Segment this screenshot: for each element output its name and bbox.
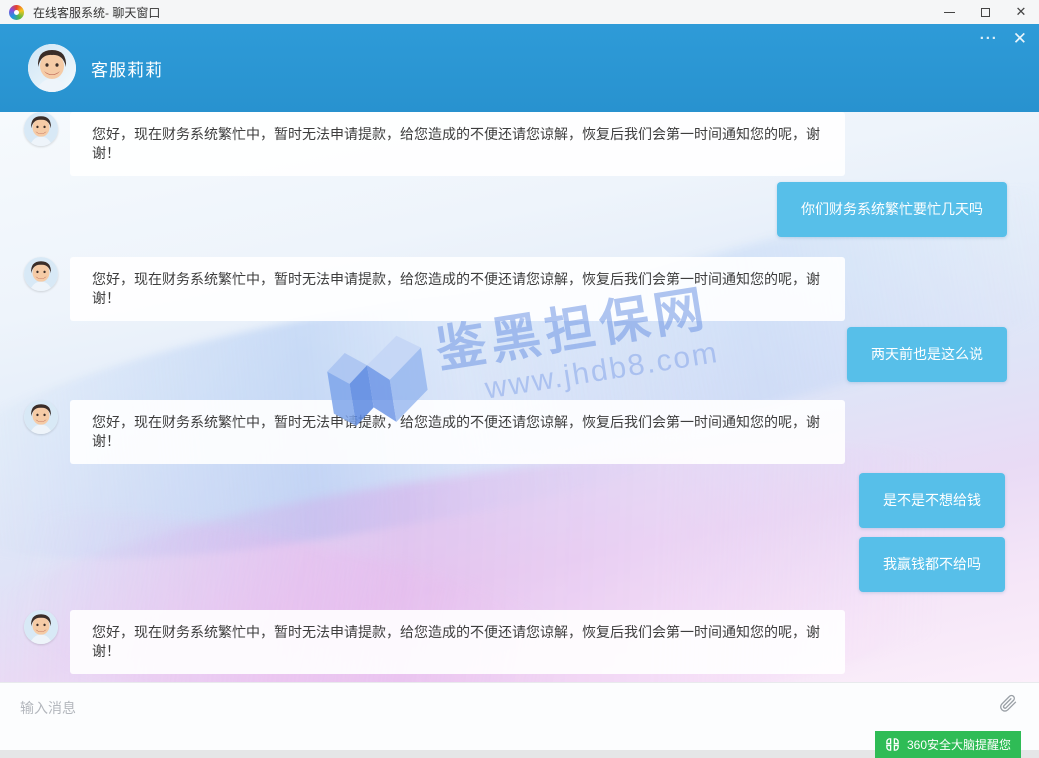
chat-header: 客服莉莉 ··· ✕ bbox=[0, 24, 1039, 112]
minimize-button[interactable] bbox=[931, 0, 967, 24]
user-message-bubble: 两天前也是这么说 bbox=[847, 327, 1007, 382]
user-message-bubble: 我赢钱都不给吗 bbox=[859, 537, 1005, 592]
more-menu-icon[interactable]: ··· bbox=[980, 29, 998, 49]
security-notice-label: 360安全大脑提醒您 bbox=[907, 736, 1011, 753]
chat-close-icon[interactable]: ✕ bbox=[1013, 29, 1027, 49]
message-row: 您好，现在财务系统繁忙中，暂时无法申请提款，给您造成的不便还请您谅解，恢复后我们… bbox=[0, 257, 1039, 321]
chat-area: 您好，现在财务系统繁忙中，暂时无法申请提款，给您造成的不便还请您谅解，恢复后我们… bbox=[0, 112, 1039, 682]
agent-avatar bbox=[24, 400, 58, 434]
minimize-icon bbox=[944, 12, 955, 13]
agent-name: 客服莉莉 bbox=[91, 56, 163, 81]
user-message-bubble: 是不是不想给钱 bbox=[859, 473, 1005, 528]
message-row: 是不是不想给钱 bbox=[0, 473, 1039, 528]
user-message-bubble: 你们财务系统繁忙要忙几天吗 bbox=[777, 182, 1007, 237]
agent-message-bubble: 您好，现在财务系统繁忙中，暂时无法申请提款，给您造成的不便还请您谅解，恢复后我们… bbox=[70, 257, 845, 321]
agent-message-bubble: 您好，现在财务系统繁忙中，暂时无法申请提款，给您造成的不便还请您谅解，恢复后我们… bbox=[70, 610, 845, 674]
security-notice-button[interactable]: 360安全大脑提醒您 bbox=[875, 731, 1021, 758]
agent-avatar bbox=[24, 112, 58, 146]
close-icon: ✕ bbox=[1016, 4, 1027, 20]
app-logo-icon bbox=[9, 5, 24, 20]
paperclip-icon bbox=[998, 693, 1018, 713]
message-row: 您好，现在财务系统繁忙中，暂时无法申请提款，给您造成的不便还请您谅解，恢复后我们… bbox=[0, 112, 1039, 176]
titlebar: 在线客服系统- 聊天窗口 ✕ bbox=[0, 0, 1039, 24]
agent-avatar bbox=[24, 257, 58, 291]
agent-avatar bbox=[24, 610, 58, 644]
agent-avatar bbox=[28, 44, 76, 92]
maximize-button[interactable] bbox=[967, 0, 1003, 24]
agent-message-bubble: 您好，现在财务系统繁忙中，暂时无法申请提款，给您造成的不便还请您谅解，恢复后我们… bbox=[70, 112, 845, 176]
message-row: 你们财务系统繁忙要忙几天吗 bbox=[0, 182, 1039, 237]
message-row: 您好，现在财务系统繁忙中，暂时无法申请提款，给您造成的不便还请您谅解，恢复后我们… bbox=[0, 610, 1039, 674]
attachment-button[interactable] bbox=[997, 693, 1019, 715]
message-row: 我赢钱都不给吗 bbox=[0, 537, 1039, 592]
window-title: 在线客服系统- 聊天窗口 bbox=[33, 4, 160, 21]
maximize-icon bbox=[981, 8, 990, 17]
message-row: 两天前也是这么说 bbox=[0, 327, 1039, 382]
close-window-button[interactable]: ✕ bbox=[1003, 0, 1039, 24]
360-logo-icon bbox=[885, 737, 900, 752]
chat-window: 在线客服系统- 聊天窗口 ✕ 客服莉莉 bbox=[0, 0, 1039, 758]
message-input[interactable] bbox=[20, 691, 960, 725]
message-row: 您好，现在财务系统繁忙中，暂时无法申请提款，给您造成的不便还请您谅解，恢复后我们… bbox=[0, 400, 1039, 464]
agent-message-bubble: 您好，现在财务系统繁忙中，暂时无法申请提款，给您造成的不便还请您谅解，恢复后我们… bbox=[70, 400, 845, 464]
